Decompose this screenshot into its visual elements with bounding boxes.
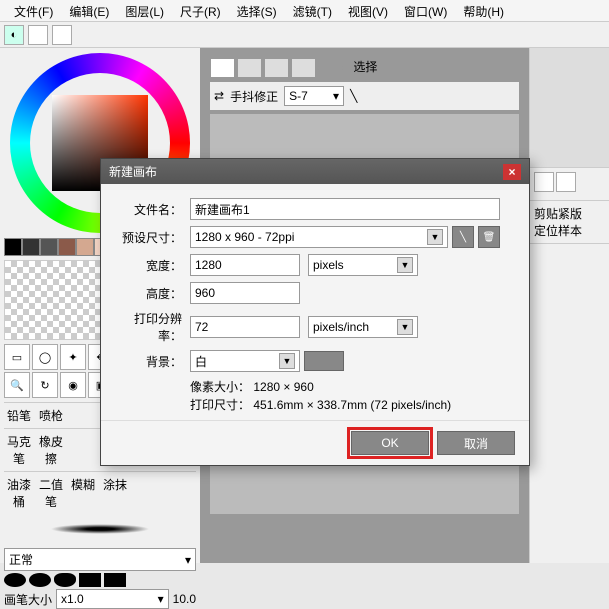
brush-shape-option[interactable] [4,573,26,587]
brush-shape-row [4,573,196,587]
preset-select[interactable]: 1280 x 960 - 72ppi▼ [190,226,448,248]
main-toolbar: ◐ [0,22,609,48]
layers-section [530,168,609,201]
resolution-label: 打印分辨率： [115,310,190,344]
zoom-icon[interactable]: 🔍 [4,372,30,398]
select-rect-icon[interactable]: ▭ [4,344,30,370]
arrow-left-icon[interactable]: ⇄ [214,89,224,103]
width-input[interactable] [190,254,300,276]
select-label: 选择 [353,58,377,78]
clipboard-label: 剪贴紧版 [534,205,605,222]
width-label: 宽度： [115,257,190,274]
height-label: 高度： [115,285,190,302]
menu-filter[interactable]: 滤镜(T) [285,0,340,21]
brush-size-label: 画笔大小 [4,591,52,608]
canvas-tab[interactable] [237,58,262,78]
sample-label: 定位样本 [534,222,605,239]
brush-preview [4,514,196,544]
menu-help[interactable]: 帮助(H) [455,0,512,21]
brush-shape-option[interactable] [104,573,126,587]
resolution-unit-select[interactable]: pixels/inch▼ [308,316,418,338]
background-select[interactable]: 白▼ [190,350,300,372]
sub-toolbar: ⇄ 手抖修正 S-7▾ ╲ [210,82,519,110]
preset-label: 预设尺寸： [115,229,190,246]
tool-eraser[interactable]: 橡皮擦 [36,433,66,467]
canvas-tab[interactable] [291,58,316,78]
menu-view[interactable]: 视图(V) [340,0,396,21]
menu-ruler[interactable]: 尺子(R) [172,0,229,21]
tool-icon-2[interactable] [52,25,72,45]
canvas-tab[interactable] [264,58,289,78]
brush-size-mult[interactable]: x1.0▾ [56,589,169,609]
print-size-value: 451.6mm × 338.7mm (72 pixels/inch) [253,398,451,412]
resolution-input[interactable] [190,316,300,338]
tool-binary[interactable]: 二值笔 [36,476,66,510]
canvas-tab[interactable] [210,58,235,78]
swatch[interactable] [58,238,76,256]
preset-delete-icon[interactable]: 🗑 [478,226,500,248]
brush-shape-option[interactable] [79,573,101,587]
brush-row-3: 油漆桶 二值笔 模糊 涂抹 [4,471,196,510]
tool-pencil[interactable]: 铅笔 [4,407,34,424]
canvas-tab-new[interactable] [318,58,343,78]
brush-shape-option[interactable] [29,573,51,587]
new-canvas-dialog: 新建画布 × 文件名： 预设尺寸： 1280 x 960 - 72ppi▼ ╲ … [100,158,530,466]
cancel-button[interactable]: 取消 [437,431,515,455]
background-label: 背景： [115,353,190,370]
tool-dodge[interactable]: 涂抹 [100,476,130,510]
layer-icon[interactable] [556,172,576,192]
preset-edit-icon[interactable]: ╲ [452,226,474,248]
menu-select[interactable]: 选择(S) [229,0,285,21]
swatch[interactable] [22,238,40,256]
tool-bucket[interactable]: 油漆桶 [4,476,34,510]
blend-mode-select[interactable]: 正常▾ [4,548,196,571]
tool-scatter[interactable]: 模糊 [68,476,98,510]
tool-marker[interactable]: 马克笔 [4,433,34,467]
anti-shake-label: 手抖修正 [230,88,278,105]
right-panel: 剪贴紧版 定位样本 [529,48,609,563]
anti-shake-select[interactable]: S-7▾ [284,86,344,106]
line-icon[interactable]: ╲ [350,89,357,103]
width-unit-select[interactable]: pixels▼ [308,254,418,276]
brush-size-value: 10.0 [173,592,196,606]
menu-file[interactable]: 文件(F) [6,0,61,21]
print-size-label: 打印尺寸： [190,398,250,412]
pixel-size-value: 1280 × 960 [253,380,313,394]
menu-bar: 文件(F) 编辑(E) 图层(L) 尺子(R) 选择(S) 滤镜(T) 视图(V… [0,0,609,22]
menu-window[interactable]: 窗口(W) [396,0,455,21]
menu-layer[interactable]: 图层(L) [117,0,172,21]
filename-label: 文件名： [115,201,190,218]
swatch[interactable] [76,238,94,256]
swatch[interactable] [40,238,58,256]
eyedropper-icon[interactable]: ◉ [60,372,86,398]
color-mode-icon[interactable]: ◐ [4,25,24,45]
lasso-icon[interactable]: ◯ [32,344,58,370]
dialog-title-text: 新建画布 [109,163,157,180]
dialog-titlebar[interactable]: 新建画布 × [101,159,529,184]
filename-input[interactable] [190,198,500,220]
tool-spray[interactable]: 喷枪 [36,407,66,424]
height-input[interactable] [190,282,300,304]
wand-icon[interactable]: ✦ [60,344,86,370]
navigator[interactable] [530,48,609,168]
ok-button[interactable]: OK [351,431,429,455]
layer-icon[interactable] [534,172,554,192]
misc-section: 剪贴紧版 定位样本 [530,201,609,244]
pixel-size-label: 像素大小： [190,380,250,394]
rotate-icon[interactable]: ↻ [32,372,58,398]
menu-edit[interactable]: 编辑(E) [61,0,117,21]
tool-icon-1[interactable] [28,25,48,45]
brush-shape-option[interactable] [54,573,76,587]
close-icon[interactable]: × [503,164,521,180]
swatch[interactable] [4,238,22,256]
background-color-preview[interactable] [304,351,344,371]
